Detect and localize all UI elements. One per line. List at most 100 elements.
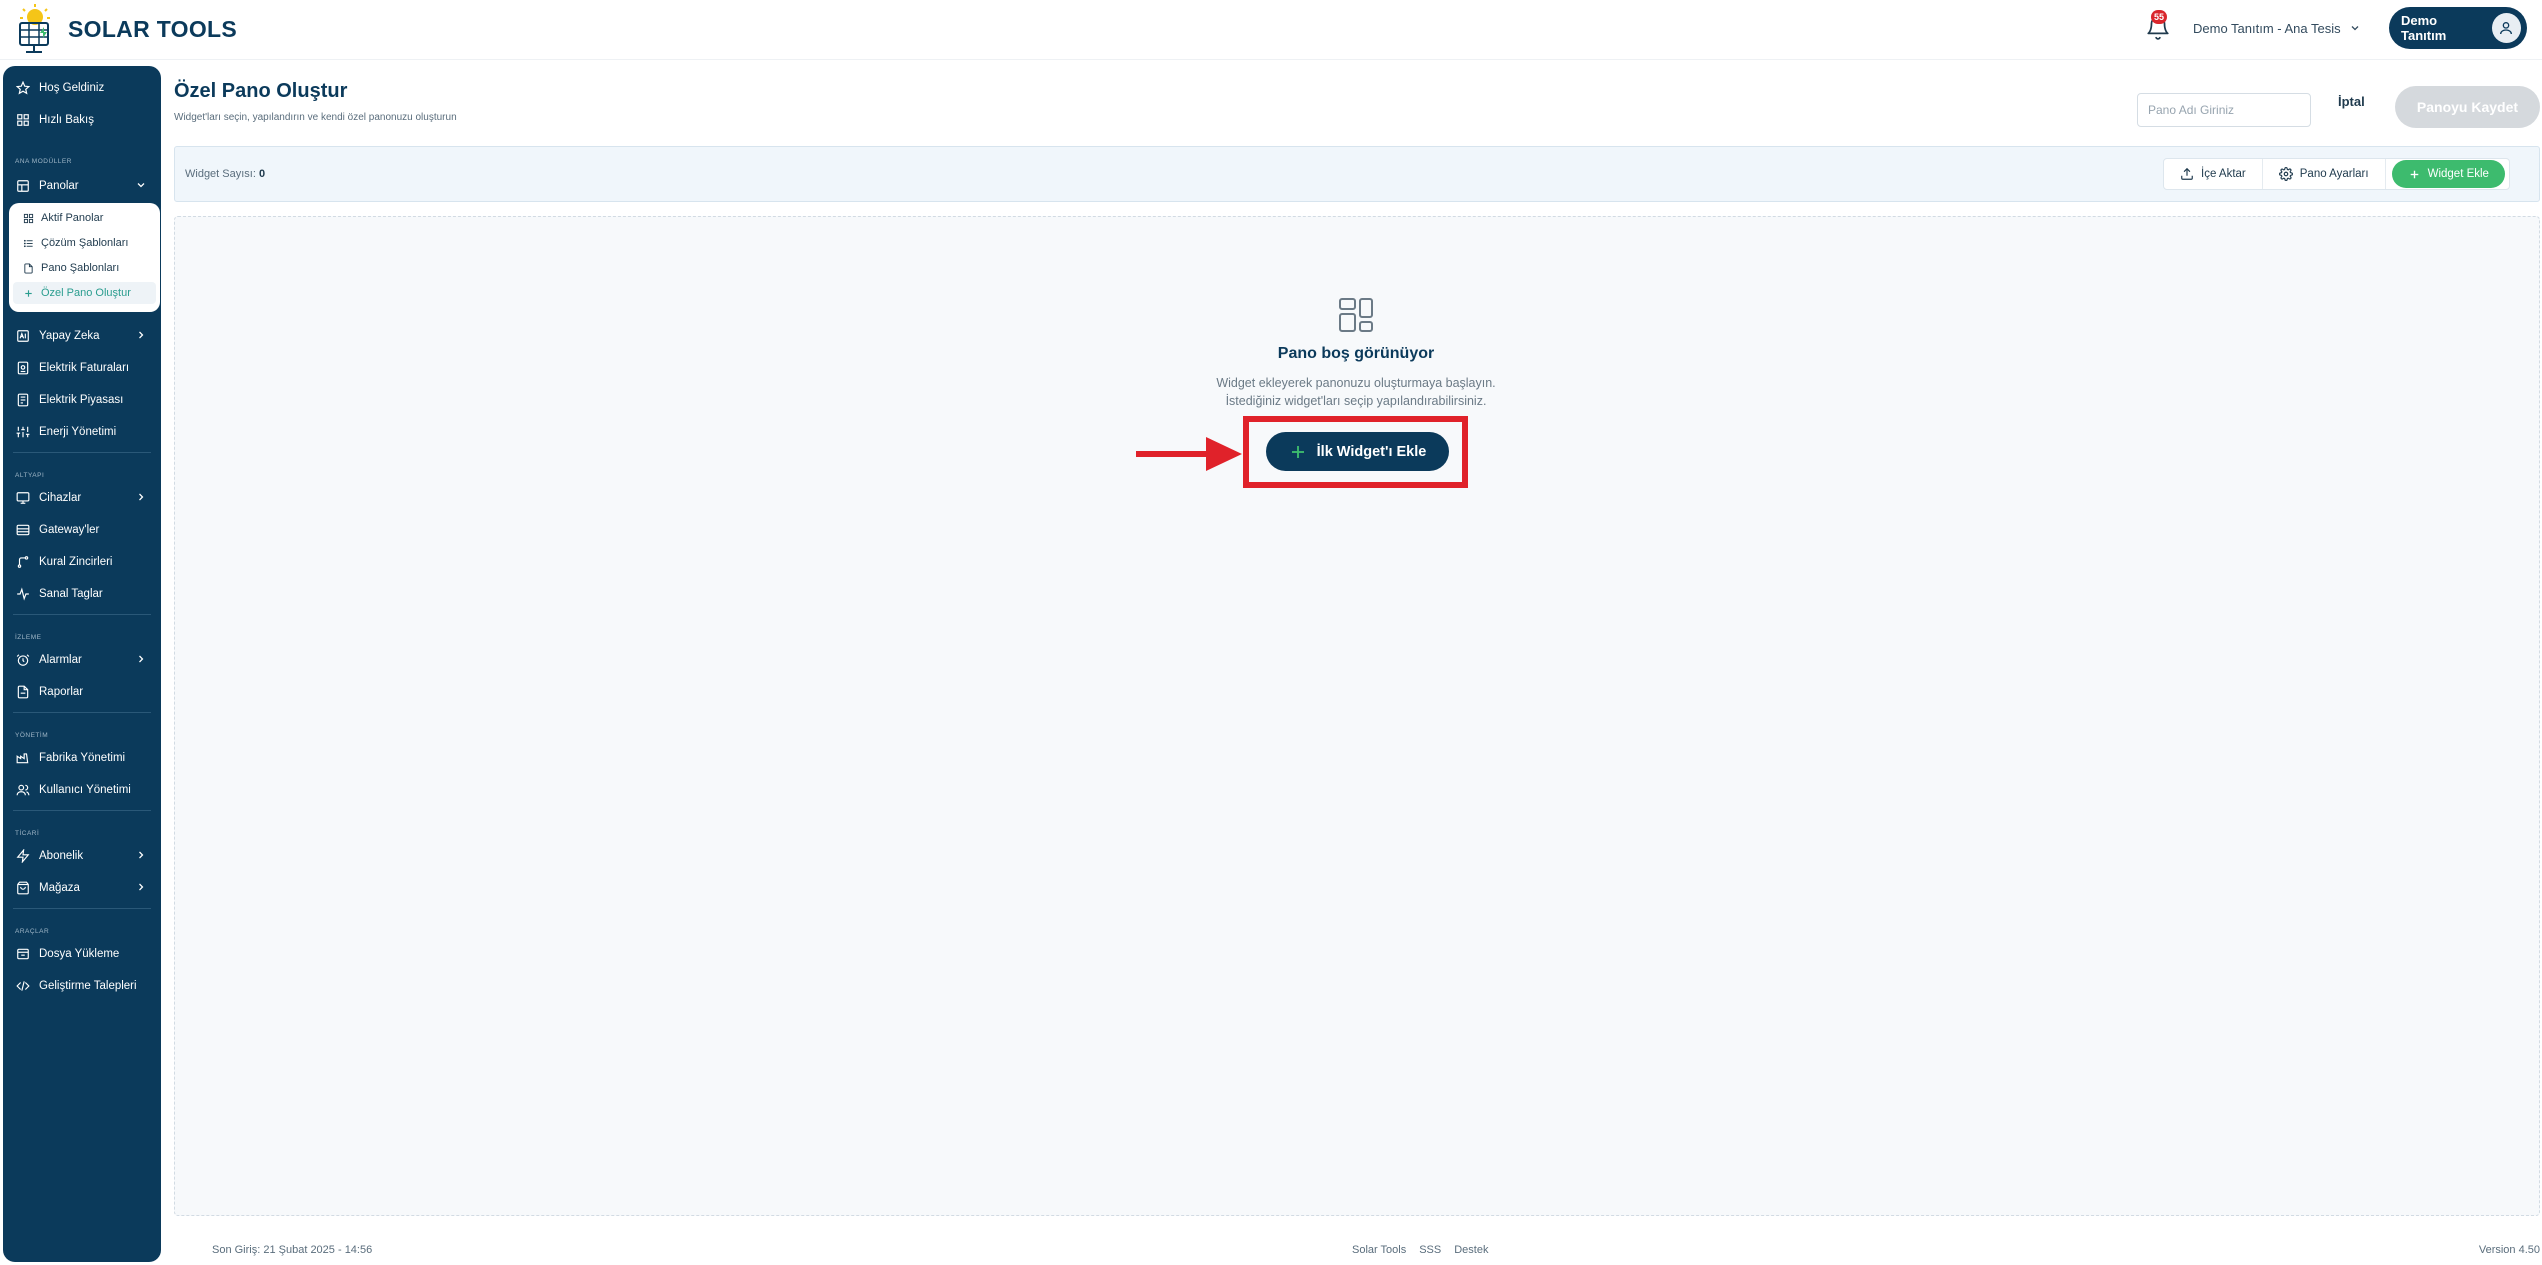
logo-text: SOLAR TOOLS — [68, 15, 237, 42]
toolbar-button-group: İçe Aktar Pano Ayarları Widget Ekle — [2163, 158, 2510, 190]
sidebar-item-devices[interactable]: Cihazlar — [11, 486, 153, 510]
user-menu-button[interactable]: Demo Tanıtım — [2389, 7, 2527, 49]
sidebar-item-store[interactable]: Mağaza — [11, 876, 153, 900]
sidebar-divider — [13, 614, 151, 615]
board-settings-button[interactable]: Pano Ayarları — [2263, 159, 2386, 189]
sidebar-item-file-upload[interactable]: Dosya Yükleme — [11, 942, 153, 966]
sidebar-item-label: Geliştirme Talepleri — [39, 980, 137, 992]
sidebar-item-panolar[interactable]: Panolar — [11, 174, 153, 198]
sidebar-item-dev-requests[interactable]: Geliştirme Talepleri — [11, 974, 153, 998]
page-subtitle: Widget'ları seçin, yapılandırın ve kendi… — [174, 112, 457, 123]
market-icon — [15, 392, 31, 408]
submenu-item-create-custom-board[interactable]: Özel Pano Oluştur — [13, 282, 156, 304]
upload-icon — [2181, 167, 2193, 180]
user-avatar-icon — [2491, 13, 2521, 43]
chevron-right-icon — [139, 493, 144, 501]
add-first-widget-button[interactable]: İlk Widget'ı Ekle — [1266, 432, 1449, 471]
section-title-tools: ARAÇLAR — [15, 928, 50, 935]
submenu-item-label: Özel Pano Oluştur — [41, 287, 131, 299]
plus-icon — [1291, 445, 1304, 458]
submenu-item-label: Pano Şablonları — [41, 262, 120, 274]
sidebar-item-label: Yapay Zeka — [39, 330, 100, 342]
submenu-item-solution-templates[interactable]: Çözüm Şablonları — [23, 232, 128, 254]
page-title: Özel Pano Oluştur — [174, 80, 348, 102]
empty-state-title: Pano boş görünüyor — [1277, 345, 1435, 362]
widget-count: Widget Sayısı: 0 — [185, 168, 265, 180]
empty-desc-line-1: Widget ekleyerek panonuzu oluşturmaya ba… — [1216, 376, 1496, 390]
empty-state-description: Widget ekleyerek panonuzu oluşturmaya ba… — [1140, 374, 1572, 410]
submenu-item-label: Aktif Panolar — [41, 212, 104, 224]
ai-icon — [15, 328, 31, 344]
sidebar-item-market[interactable]: Elektrik Piyasası — [11, 388, 153, 412]
dashboard-icon — [15, 178, 31, 194]
sidebar-item-factory[interactable]: Fabrika Yönetimi — [11, 746, 153, 770]
sidebar-item-energy[interactable]: Enerji Yönetimi — [11, 420, 153, 444]
sidebar-item-label: Mağaza — [39, 882, 80, 894]
grid-icon — [15, 112, 31, 128]
chevron-right-icon — [139, 655, 144, 663]
sidebar-item-quick-view[interactable]: Hızlı Bakış — [11, 108, 153, 132]
gateway-icon — [15, 522, 31, 538]
import-label: İçe Aktar — [2201, 168, 2246, 180]
logo[interactable]: SOLAR TOOLS — [12, 2, 237, 56]
sidebar-item-rule-chains[interactable]: Kural Zincirleri — [11, 550, 153, 574]
sidebar-item-label: Fabrika Yönetimi — [39, 752, 126, 764]
board-canvas — [174, 216, 2540, 1216]
section-title-infra: ALTYAPI — [15, 472, 45, 479]
sidebar-item-label: Alarmlar — [39, 654, 82, 666]
sidebar-item-label: Abonelik — [39, 850, 84, 862]
chevron-right-icon — [139, 851, 144, 859]
sidebar-item-subscription[interactable]: Abonelik — [11, 844, 153, 868]
add-widget-label: Widget Ekle — [2427, 168, 2489, 180]
add-widget-button[interactable]: Widget Ekle — [2391, 160, 2505, 188]
version-label: Version 4.50 — [2478, 1244, 2540, 1256]
tenant-selector[interactable]: Demo Tanıtım - Ana Tesis — [2193, 18, 2361, 38]
widget-count-value: 0 — [258, 168, 266, 180]
footer-link-solar-tools[interactable]: Solar Tools — [1352, 1244, 1406, 1256]
sidebar-item-label: Enerji Yönetimi — [39, 426, 117, 438]
sidebar-item-label: Gateway'ler — [39, 524, 100, 536]
submenu-item-active-boards[interactable]: Aktif Panolar — [23, 207, 103, 229]
empty-desc-line-2: İstediğiniz widget'ları seçip yapılandır… — [1225, 394, 1487, 408]
code-icon — [15, 978, 31, 994]
section-title-monitoring: İZLEME — [15, 634, 42, 641]
sidebar-divider — [13, 810, 151, 811]
sidebar-item-welcome[interactable]: Hoş Geldiniz — [11, 76, 153, 100]
section-title-main: ANA MODÜLLER — [15, 158, 72, 165]
plus-icon — [25, 289, 32, 297]
sidebar-item-reports[interactable]: Raporlar — [11, 680, 153, 704]
sidebar: Hoş Geldiniz Hızlı Bakış ANA MODÜLLER Pa… — [3, 66, 161, 1262]
chevron-down-icon — [137, 183, 145, 188]
last-login: Son Giriş: 21 Şubat 2025 - 14:56 — [212, 1244, 373, 1256]
star-icon — [15, 80, 31, 96]
pulse-icon — [15, 586, 31, 602]
top-bar: SOLAR TOOLS 55 Demo Tanıtım - Ana Tesis … — [0, 0, 2542, 60]
sidebar-item-users[interactable]: Kullanıcı Yönetimi — [11, 778, 153, 802]
import-button[interactable]: İçe Aktar — [2164, 159, 2263, 189]
shop-icon — [15, 880, 31, 896]
sidebar-item-label: Cihazlar — [39, 492, 82, 504]
sidebar-item-ai[interactable]: Yapay Zeka — [11, 324, 153, 348]
section-title-management: YÖNETİM — [15, 732, 49, 739]
sidebar-item-virtual-tags[interactable]: Sanal Taglar — [11, 582, 153, 606]
footer-link-faq[interactable]: SSS — [1419, 1244, 1441, 1256]
plus-icon — [2410, 170, 2418, 178]
board-name-input[interactable] — [2137, 93, 2311, 127]
panolar-submenu: Aktif Panolar Çözüm Şablonları Pano Şabl… — [9, 203, 160, 312]
save-board-button[interactable]: Panoyu Kaydet — [2395, 86, 2540, 128]
sidebar-item-invoices[interactable]: Elektrik Faturaları — [11, 356, 153, 380]
sidebar-item-label: Kural Zincirleri — [39, 556, 113, 568]
sidebar-item-gateways[interactable]: Gateway'ler — [11, 518, 153, 542]
submenu-item-board-templates[interactable]: Pano Şablonları — [23, 257, 119, 279]
cancel-button[interactable]: İptal — [2338, 94, 2365, 109]
file-icon — [24, 262, 33, 274]
footer-link-support[interactable]: Destek — [1454, 1244, 1488, 1256]
settings-label: Pano Ayarları — [2299, 168, 2369, 180]
report-icon — [15, 684, 31, 700]
annotation-arrow — [1136, 437, 1242, 471]
invoice-icon — [15, 360, 31, 376]
add-first-widget-label: İlk Widget'ı Ekle — [1316, 443, 1427, 460]
sidebar-item-label: Elektrik Faturaları — [39, 362, 130, 374]
sidebar-item-alarms[interactable]: Alarmlar — [11, 648, 153, 672]
sidebar-item-label: Raporlar — [39, 686, 84, 698]
